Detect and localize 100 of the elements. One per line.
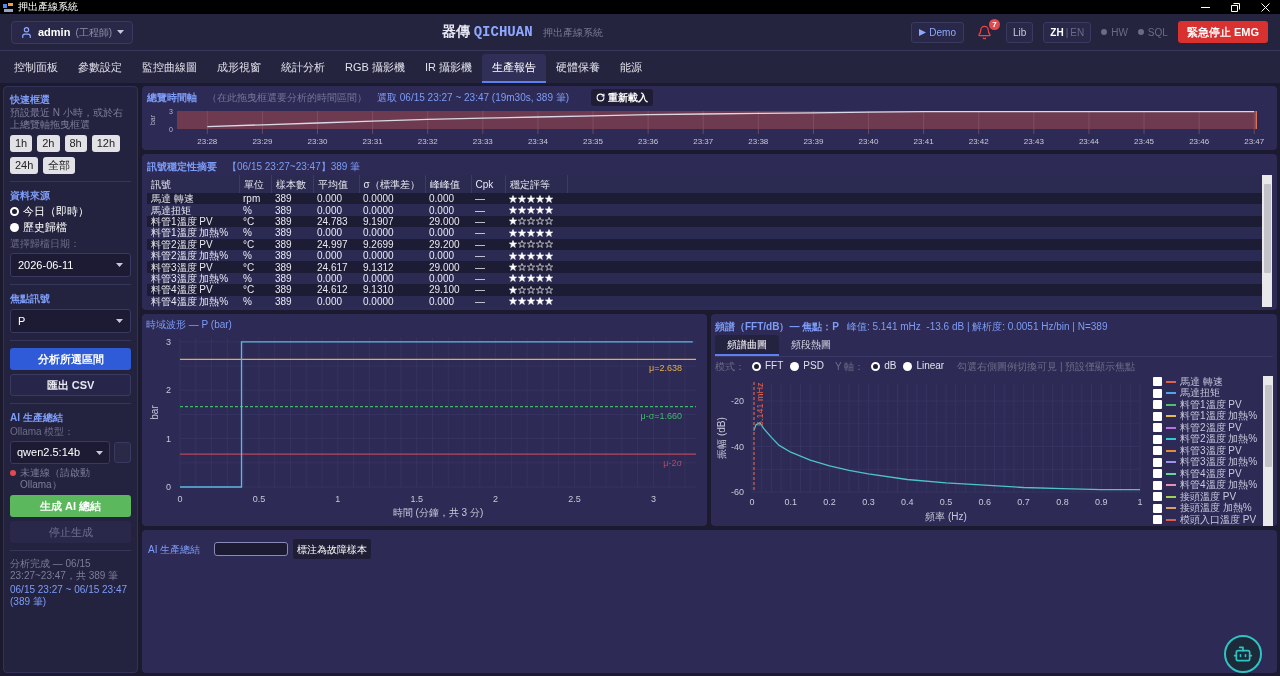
radio-label[interactable]: PSD: [803, 360, 824, 373]
nav-tab[interactable]: 硬體保養: [545, 54, 610, 83]
nav-tab[interactable]: 控制面板: [4, 54, 68, 83]
demo-button[interactable]: Demo: [911, 21, 964, 43]
range-button[interactable]: 2h: [37, 135, 60, 152]
nav-tab[interactable]: 生產報告: [481, 54, 546, 83]
language-option[interactable]: ZH: [1050, 24, 1064, 40]
legend-label[interactable]: 料管2溫度 加熱%: [1180, 433, 1258, 445]
table-cell: °C: [239, 238, 271, 250]
radio-button[interactable]: [10, 207, 19, 216]
legend-label[interactable]: 料管4溫度 加熱%: [1180, 479, 1258, 491]
checkbox[interactable]: [1153, 503, 1162, 513]
table-cell: 389: [271, 204, 313, 216]
reload-button[interactable]: 重新載入: [591, 89, 654, 107]
checkbox[interactable]: [1153, 423, 1162, 433]
analyze-button[interactable]: 分析所選區間: [10, 348, 131, 370]
chart-tab[interactable]: 頻譜曲圖: [715, 335, 779, 357]
range-button[interactable]: 全部: [43, 157, 76, 174]
axis-tick-label: 23:36: [638, 136, 659, 146]
axis-tick-label: 23:38: [748, 136, 769, 146]
radio-button[interactable]: [10, 223, 19, 232]
range-button[interactable]: 24h: [10, 157, 39, 174]
table-cell: 0.000: [313, 272, 359, 285]
checkbox[interactable]: [1153, 480, 1162, 490]
radio-label[interactable]: 今日（即時）: [23, 205, 89, 218]
nav-tab[interactable]: 成形視窗: [207, 54, 271, 83]
checkbox[interactable]: [1153, 446, 1162, 456]
option-label: 模式：: [715, 359, 745, 374]
emergency-stop-button[interactable]: 緊急停止 EMG: [1177, 21, 1268, 43]
table-cell: 9.1312: [359, 261, 425, 273]
checkbox[interactable]: [1153, 388, 1162, 398]
range-label: 【06/15 23:27~23:47】389 筆: [227, 159, 361, 174]
checkbox[interactable]: [1153, 492, 1162, 502]
hint-text: （在此拖曳框選要分析的時間區間）: [207, 91, 367, 106]
nav-tab[interactable]: 監控曲線圖: [132, 54, 207, 83]
minimize-icon: [1200, 6, 1210, 8]
range-button[interactable]: 12h: [91, 135, 121, 152]
table-cell: %: [239, 272, 271, 285]
user-menu-button[interactable]: admin (工程師): [11, 20, 134, 44]
legend-label[interactable]: 模頭入口溫度 PV: [1180, 514, 1257, 526]
panel-title: 頻譜（FFT/dB）— 焦點：P: [715, 319, 839, 333]
range-button[interactable]: 8h: [64, 135, 87, 152]
legend-label[interactable]: 接頭溫度 PV: [1180, 491, 1237, 503]
date-select[interactable]: 2026-06-11: [10, 253, 131, 277]
legend-label[interactable]: 接頭溫度 加熱%: [1180, 502, 1252, 514]
model-select[interactable]: qwen2.5:14b: [10, 441, 110, 464]
checkbox[interactable]: [1153, 515, 1162, 525]
legend-label[interactable]: 料管3溫度 加熱%: [1180, 456, 1258, 468]
nav-tab[interactable]: 參數設定: [68, 54, 132, 83]
star-icon: [509, 285, 517, 294]
table-cell: 0.000: [313, 295, 359, 307]
star-icon: [509, 217, 517, 226]
axis-tick-label: 2: [493, 494, 499, 504]
checkbox[interactable]: [1153, 400, 1162, 410]
checkbox[interactable]: [1153, 469, 1162, 479]
checkbox[interactable]: [1153, 457, 1162, 467]
legend-label[interactable]: 料管4溫度 PV: [1180, 468, 1242, 480]
legend-label[interactable]: 料管2溫度 PV: [1180, 422, 1242, 434]
table-cell: —: [471, 261, 505, 273]
chart-tab[interactable]: 頻段熱圖: [779, 335, 843, 357]
radio-button[interactable]: [790, 361, 800, 371]
table-cell: %: [239, 227, 271, 239]
checkbox[interactable]: [1153, 411, 1162, 421]
radio-button[interactable]: [871, 361, 881, 371]
mark-fault-sample-button[interactable]: 標注為故障樣本: [293, 539, 372, 559]
checkbox[interactable]: [1153, 434, 1162, 444]
selection-band[interactable]: [177, 110, 1257, 135]
legend-label[interactable]: 料管1溫度 PV: [1180, 399, 1242, 411]
lib-button[interactable]: Lib: [1005, 21, 1034, 43]
restore-icon: [1230, 2, 1240, 12]
nav-tab[interactable]: 能源: [609, 54, 652, 83]
radio-label[interactable]: FFT: [765, 360, 784, 373]
table-cell: 0.000: [313, 204, 359, 216]
signal-select[interactable]: P: [10, 309, 131, 333]
axis-tick-label: 0.2: [823, 497, 836, 507]
range-button[interactable]: 1h: [10, 135, 33, 152]
nav-tab[interactable]: IR 攝影機: [414, 54, 482, 83]
legend-label[interactable]: 馬達 轉速: [1180, 376, 1223, 388]
radio-button[interactable]: [903, 361, 913, 371]
radio-label[interactable]: Linear: [916, 360, 945, 373]
nav-tab[interactable]: 統計分析: [271, 54, 335, 83]
axis-tick-label: 1: [166, 433, 171, 444]
legend-label[interactable]: 馬達扭矩: [1180, 387, 1220, 399]
radio-button[interactable]: [752, 361, 761, 371]
scrollbar[interactable]: [1262, 175, 1272, 307]
export-csv-button[interactable]: 匯出 CSV: [10, 374, 131, 396]
notifications-button[interactable]: [977, 24, 993, 40]
table-cell: 389: [271, 193, 313, 205]
nav-tab[interactable]: RGB 攝影機: [335, 54, 415, 83]
radio-label[interactable]: 歷史歸檔: [23, 221, 67, 234]
input-field[interactable]: [214, 542, 289, 556]
table-cell: 0.000: [425, 249, 471, 262]
legend-label[interactable]: 料管3溫度 PV: [1180, 445, 1242, 457]
table-cell: 0.000: [425, 193, 471, 205]
checkbox[interactable]: [1153, 377, 1162, 387]
radio-label[interactable]: dB: [884, 360, 897, 373]
scrollbar[interactable]: [1263, 376, 1273, 526]
legend-label[interactable]: 料管1溫度 加熱%: [1180, 410, 1258, 422]
table-cell: —: [471, 204, 505, 216]
section-title: 資料來源: [10, 189, 51, 202]
